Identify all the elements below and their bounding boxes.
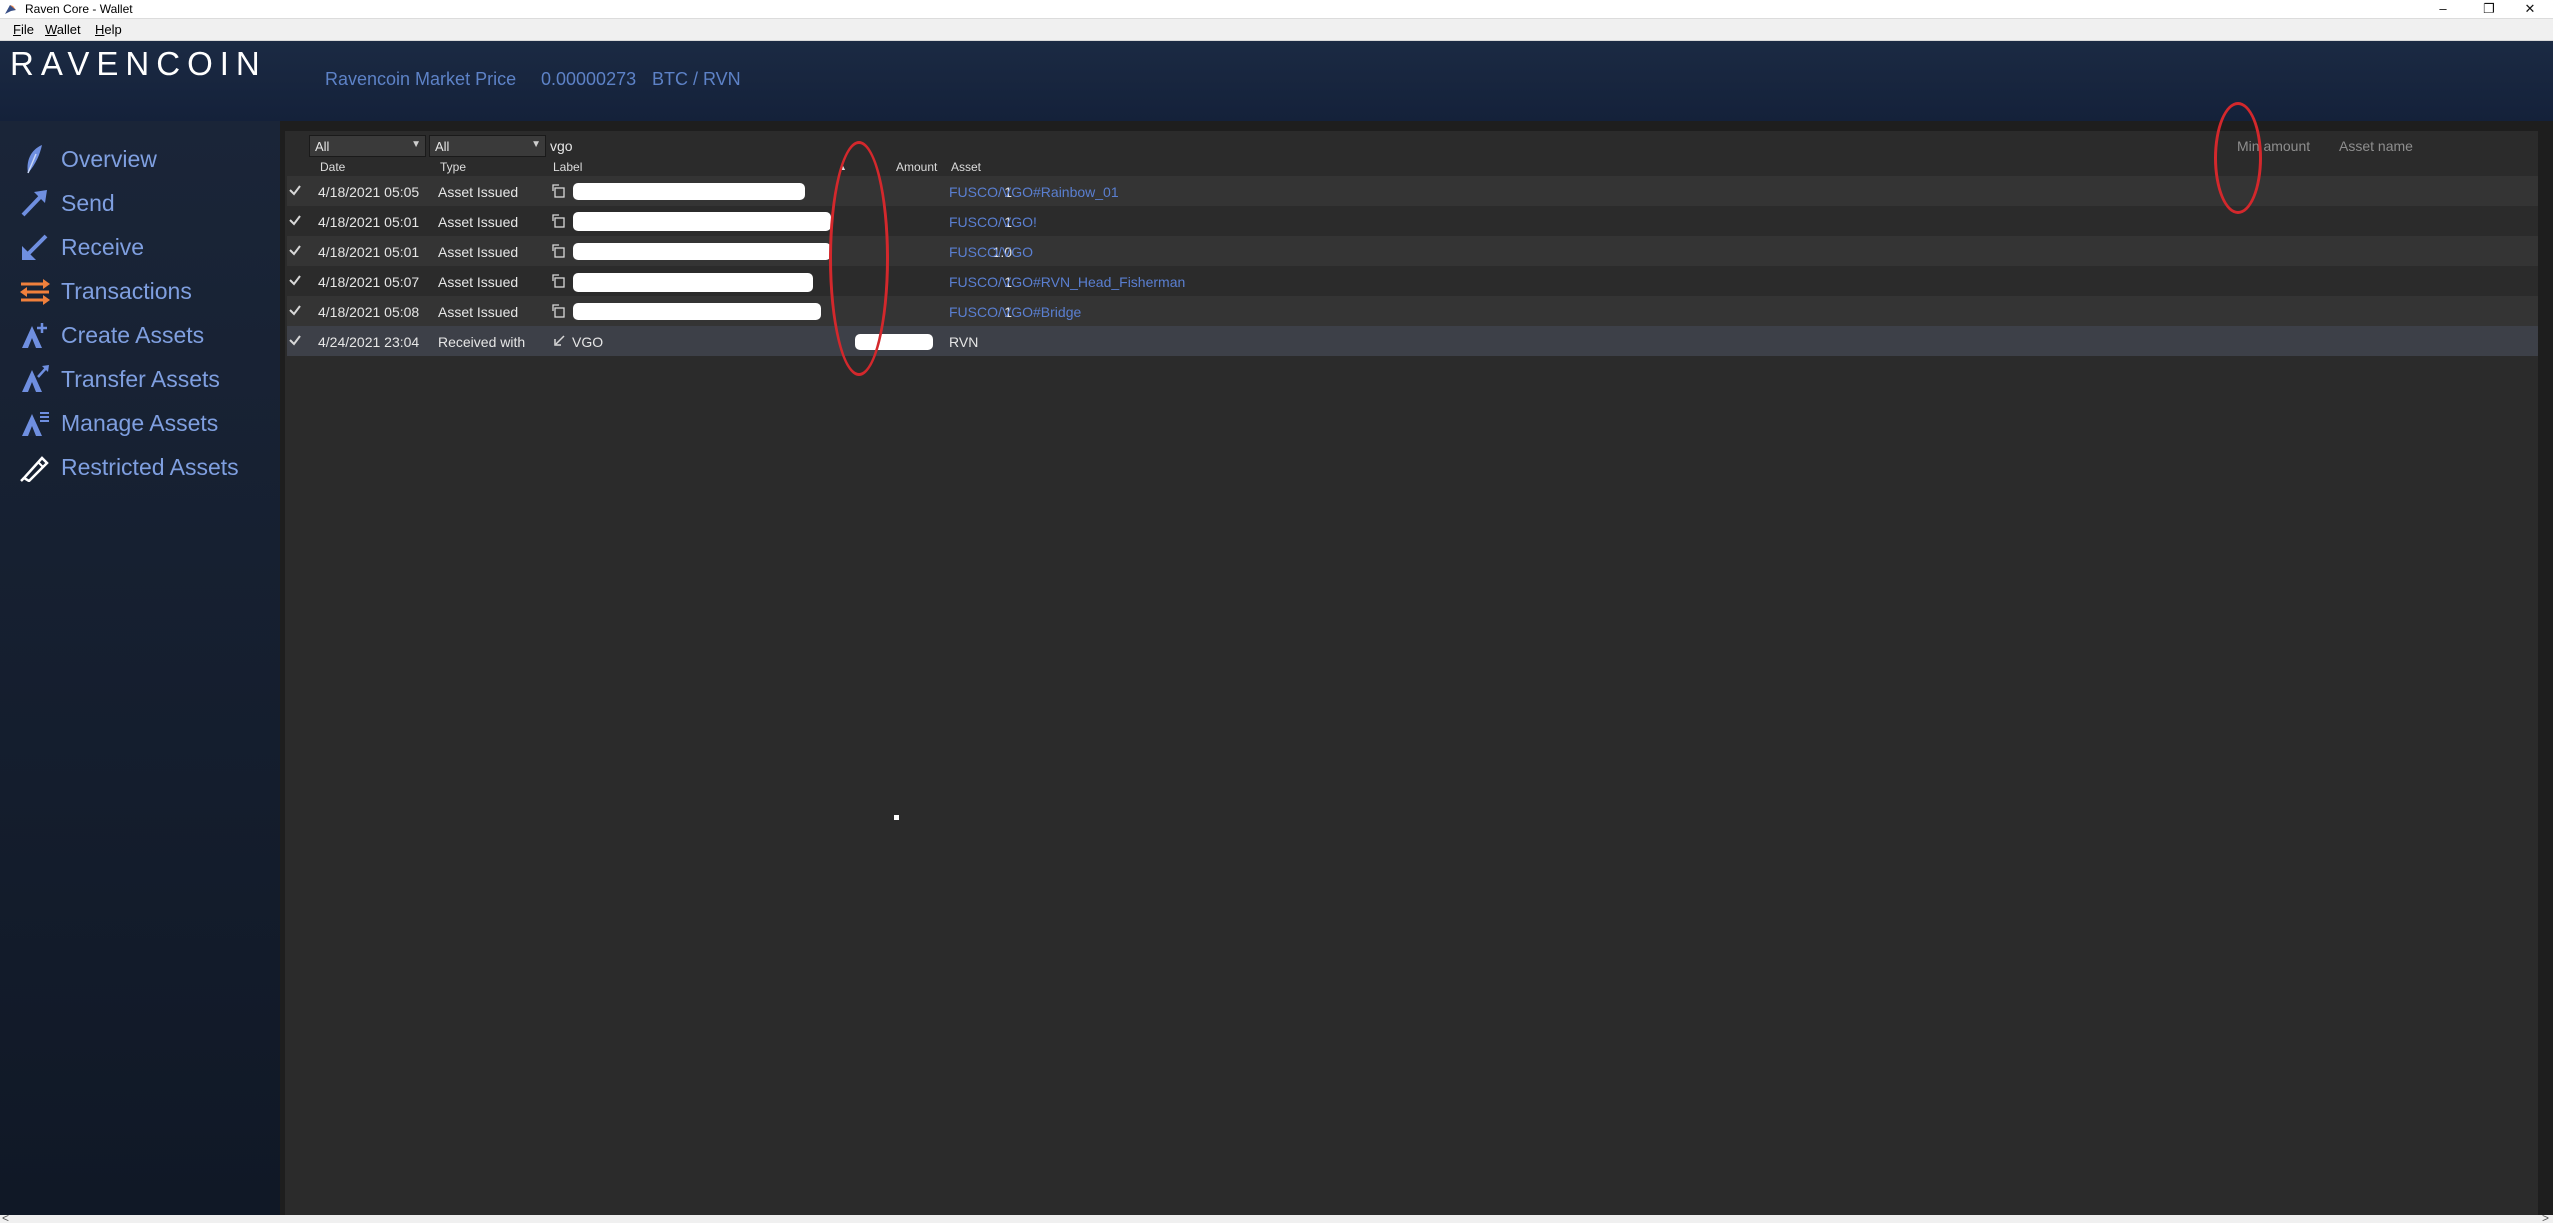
confirmed-check-icon [289,275,301,286]
row-type: Asset Issued [438,304,519,320]
header-bar: RAVENCOIN Ravencoin Market Price 0.00000… [0,41,2553,121]
sidebar-item-receive[interactable]: Receive [0,225,280,265]
market-price-value: 0.00000273 [541,69,637,89]
sidebar-item-manage-assets[interactable]: Manage Assets [0,401,280,441]
table-row[interactable]: 4/18/2021 05:01 Asset Issued 1 FUSCO/VGO… [287,206,2538,236]
transactions-icon [20,279,50,305]
confirmed-check-icon [289,185,301,196]
menu-help[interactable]: Help [95,22,122,37]
row-date: 4/24/2021 23:04 [318,334,420,350]
sidebar-item-label: Send [61,190,115,216]
table-row[interactable]: 4/18/2021 05:05 Asset Issued 1 FUSCO/VGO… [287,176,2538,206]
row-type: Asset Issued [438,274,519,290]
row-date: 4/18/2021 05:08 [318,304,420,320]
horizontal-scrollbar[interactable]: < > [0,1211,2553,1225]
menu-wallet[interactable]: Wallet [45,22,81,37]
market-price-label: Ravencoin Market Price [325,69,517,89]
row-type: Asset Issued [438,214,519,230]
sidebar-item-label: Receive [61,234,145,260]
asset-issued-icon [552,184,565,198]
raven-app-icon [5,5,16,14]
sidebar-item-label: Restricted Assets [61,454,239,480]
row-asset: FUSCO/VGO [949,244,1034,260]
asset-issued-icon [552,244,565,258]
sidebar-item-restricted-assets[interactable]: Restricted Assets [0,445,280,485]
chevron-down-icon: ▼ [411,139,421,150]
send-arrow-icon [21,190,47,217]
transfer-assets-icon [22,365,49,392]
row-asset: FUSCO/VGO#Rainbow_01 [949,184,1119,200]
redaction-mark [573,183,805,200]
chevron-down-icon: ▼ [531,139,541,150]
asset-issued-icon [552,214,565,228]
window-titlebar: Raven Core - Wallet – ❐ ✕ [0,0,2553,19]
row-asset: FUSCO/VGO! [949,214,1037,230]
restricted-assets-icon [20,456,49,482]
sidebar-item-label: Overview [61,146,157,172]
row-type: Received with [438,334,526,350]
table-row[interactable]: 4/18/2021 05:08 Asset Issued 1 FUSCO/VGO… [287,296,2538,326]
redaction-mark [573,212,831,231]
type-filter-select[interactable]: All ▼ [429,135,546,157]
table-row[interactable]: 4/18/2021 05:01 Asset Issued 1.0 FUSCO/V… [287,236,2538,266]
row-type: Asset Issued [438,244,519,260]
restore-button[interactable]: ❐ [2466,0,2512,19]
table-row[interactable]: 4/24/2021 23:04 Received with VGO RVN [287,326,2538,356]
asset-name-input[interactable] [2335,135,2535,157]
asset-issued-icon [552,304,565,318]
column-header-asset[interactable]: Asset [951,160,981,174]
feather-icon [27,145,42,174]
row-date: 4/18/2021 05:01 [318,244,420,260]
confirmed-check-icon [289,215,301,226]
row-date: 4/18/2021 05:01 [318,214,420,230]
minimize-button[interactable]: – [2420,0,2466,19]
create-assets-icon [22,323,47,348]
annotation-ellipse [2214,102,2262,214]
column-header-label[interactable]: Label [553,160,582,174]
date-filter-select[interactable]: All ▼ [309,135,426,157]
row-asset: FUSCO/VGO#RVN_Head_Fisherman [949,274,1186,290]
column-header-date[interactable]: Date [320,160,345,174]
sidebar-item-transfer-assets[interactable]: Transfer Assets [0,357,280,397]
confirmed-check-icon [289,245,301,256]
column-header-amount[interactable]: Amount [896,160,937,174]
manage-assets-icon [22,412,49,436]
sidebar: Overview Send Receive Transactions Creat… [0,121,280,1215]
confirmed-check-icon [289,335,301,346]
row-asset: FUSCO/VGO#Bridge [949,304,1082,320]
row-label: VGO [572,334,604,350]
redaction-mark [573,273,813,292]
sidebar-item-transactions[interactable]: Transactions [0,269,280,309]
search-input[interactable] [546,135,2229,157]
sidebar-item-label: Transfer Assets [61,366,220,392]
sidebar-item-label: Manage Assets [61,410,219,436]
table-row[interactable]: 4/18/2021 05:07 Asset Issued 1 FUSCO/VGO… [287,266,2538,296]
sidebar-item-label: Create Assets [61,322,205,348]
row-date: 4/18/2021 05:07 [318,274,420,290]
receive-arrow-icon [22,234,48,260]
ravencoin-logo: RAVENCOIN [10,45,267,82]
sidebar-item-create-assets[interactable]: Create Assets [0,313,280,353]
confirmed-check-icon [289,305,301,316]
asset-issued-icon [552,274,565,288]
row-date: 4/18/2021 05:05 [318,184,420,200]
redaction-mark [573,303,821,320]
sidebar-item-overview[interactable]: Overview [0,137,280,177]
column-header-type[interactable]: Type [440,160,466,174]
row-type: Asset Issued [438,184,519,200]
redaction-mark [573,243,831,260]
annotation-ellipse [829,141,889,376]
received-icon [554,335,565,346]
menu-file[interactable]: File [13,22,34,37]
sidebar-item-label: Transactions [61,278,192,304]
sidebar-item-send[interactable]: Send [0,181,280,221]
stray-dot [894,815,899,820]
window-title: Raven Core - Wallet [25,2,133,16]
market-price-unit: BTC / RVN [652,69,741,89]
row-asset: RVN [949,334,979,350]
close-button[interactable]: ✕ [2507,0,2553,19]
menu-bar: File Wallet Help [0,19,2553,41]
